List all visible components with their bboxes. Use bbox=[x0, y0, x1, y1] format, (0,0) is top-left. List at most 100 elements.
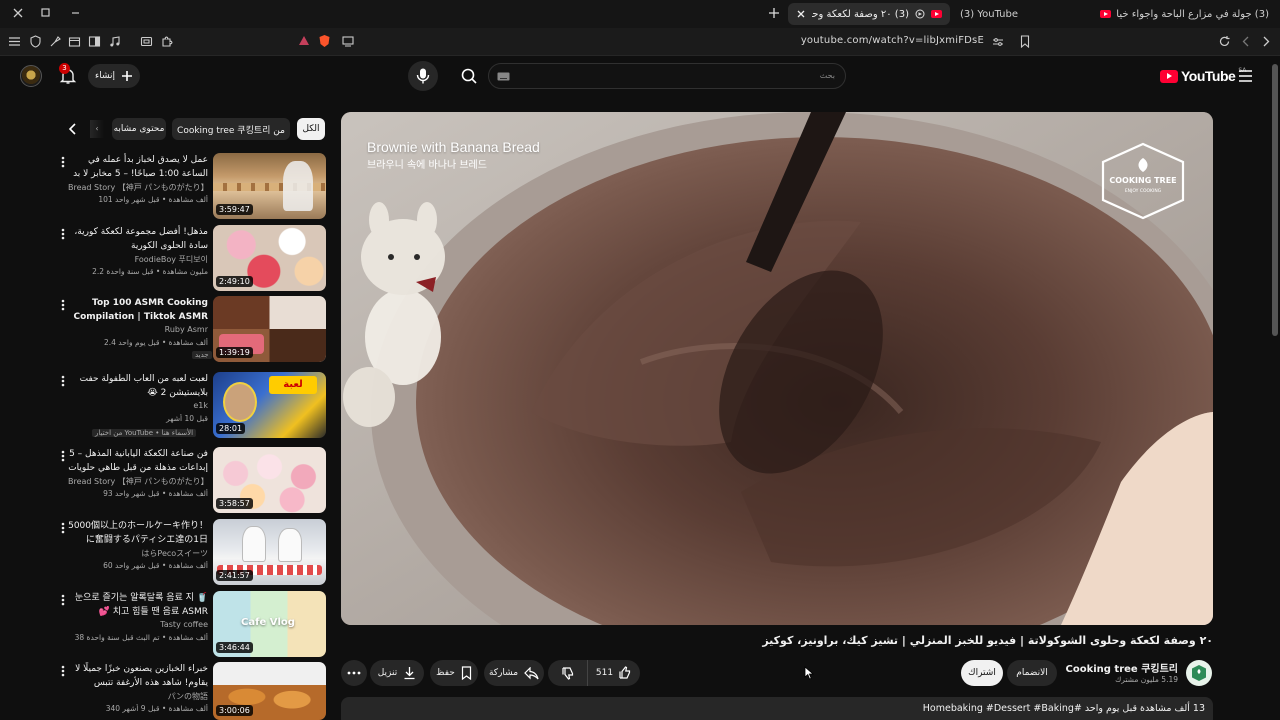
address-bar[interactable]: youtube.com/watch?v=libJxmiFDsE bbox=[290, 31, 1040, 53]
video-player[interactable]: Brownie with Banana Bread 브라우니 속에 바나나 브레… bbox=[341, 112, 1213, 625]
list-item[interactable]: مذهل! أفضل مجموعة لكعكة كورية، سادة الحل… bbox=[56, 225, 326, 293]
like-count: 511 bbox=[595, 668, 614, 678]
minimize-window-icon[interactable] bbox=[70, 7, 81, 18]
tabs-icon[interactable] bbox=[68, 35, 81, 48]
video-title[interactable]: 🥤 눈으로 즐기는 알록달록 음료 지치고 힘들 땐 음료 ASMR 💕 bbox=[68, 591, 208, 619]
search-input[interactable]: بحث bbox=[488, 63, 846, 89]
create-button[interactable]: إنشاء bbox=[88, 64, 140, 88]
search-button[interactable] bbox=[452, 63, 486, 89]
close-window-icon[interactable] bbox=[12, 7, 24, 19]
description-text: 13 ألف مشاهدة قبل يوم واحد #Homebaking #… bbox=[922, 703, 1205, 714]
reload-icon[interactable] bbox=[1218, 35, 1231, 48]
video-title[interactable]: فن صناعة الكعكة اليابانية المذهل – 5 إبد… bbox=[68, 447, 208, 475]
list-item[interactable]: 5000個以上のホールケーキ作り！に奮闘するパティシエ達の1日 はらPecoスイ… bbox=[56, 519, 326, 587]
channel-name[interactable]: FoodieBoy 푸디보이 bbox=[68, 254, 208, 265]
music-icon[interactable] bbox=[108, 35, 121, 48]
list-item[interactable]: Top 100 ASMR Cooking Compilation | Tikto… bbox=[56, 296, 326, 364]
tab-current-video[interactable]: (3) ٢٠ وصفة لكعكة وحلوى الشو bbox=[788, 3, 950, 25]
microphone-icon bbox=[416, 68, 430, 84]
like-button[interactable]: 511 bbox=[588, 660, 640, 686]
share-button[interactable]: مشاركة bbox=[484, 660, 544, 686]
browser-toolbar: youtube.com/watch?v=libJxmiFDsE bbox=[0, 28, 1280, 56]
video-title[interactable]: عمل لا يصدق لخباز بدأ عمله في الساعة 1:0… bbox=[68, 153, 208, 181]
brave-shield-icon[interactable] bbox=[318, 34, 331, 48]
rewards-triangle-icon[interactable] bbox=[298, 35, 310, 47]
video-thumbnail[interactable]: لعبة 28:01 bbox=[213, 372, 326, 438]
more-actions-button[interactable] bbox=[341, 660, 367, 686]
bookmark-icon[interactable] bbox=[1020, 35, 1030, 48]
more-options-icon[interactable] bbox=[58, 664, 68, 678]
list-item[interactable]: فن صناعة الكعكة اليابانية المذهل – 5 إبد… bbox=[56, 447, 326, 515]
video-overlay-subtitle: 브라우니 속에 바나나 브레드 bbox=[367, 160, 487, 171]
shield-icon[interactable] bbox=[29, 35, 42, 48]
video-thumbnail[interactable]: 3:00:06 bbox=[213, 662, 326, 720]
list-item[interactable]: خبراء الخبازين يصنعون خبزًا جميلًا لا يق… bbox=[56, 662, 326, 720]
channel-name[interactable]: e1k bbox=[68, 401, 208, 410]
video-title[interactable]: Top 100 ASMR Cooking Compilation | Tikto… bbox=[68, 296, 208, 324]
voice-search-button[interactable] bbox=[408, 61, 438, 91]
save-button[interactable]: حفظ bbox=[430, 660, 478, 686]
more-options-icon[interactable] bbox=[58, 227, 68, 241]
chip-scroll-left-icon[interactable] bbox=[66, 122, 80, 136]
sidebar-icon[interactable] bbox=[88, 35, 101, 48]
video-thumbnail[interactable]: 3:59:47 bbox=[213, 153, 326, 219]
join-button[interactable]: الانضمام bbox=[1007, 660, 1057, 686]
channel-name[interactable]: はらPecoスイーツ bbox=[68, 548, 208, 559]
back-icon[interactable] bbox=[1240, 35, 1252, 48]
more-options-icon[interactable] bbox=[58, 449, 68, 463]
video-thumbnail[interactable]: 2:41:57 bbox=[213, 519, 326, 585]
chip-from-channel[interactable]: من Cooking tree 쿠킹트리 bbox=[172, 118, 290, 140]
video-title[interactable]: مذهل! أفضل مجموعة لكعكة كورية، سادة الحل… bbox=[68, 225, 208, 253]
channel-name[interactable]: Bread Story 【神戸 パンものがたり】 bbox=[68, 182, 208, 193]
channel-name[interactable]: Ruby Asmr bbox=[68, 325, 208, 334]
forward-icon[interactable] bbox=[1260, 35, 1272, 48]
video-title[interactable]: لعبت لعبه من العاب الطفولة حفت بلايستيشن… bbox=[68, 372, 208, 400]
puzzle-icon[interactable] bbox=[160, 35, 173, 48]
channel-avatar[interactable] bbox=[1186, 660, 1212, 686]
url-text[interactable]: youtube.com/watch?v=libJxmiFDsE bbox=[801, 35, 984, 46]
list-item[interactable]: 🥤 눈으로 즐기는 알록달록 음료 지치고 힘들 땐 음료 ASMR 💕 Tas… bbox=[56, 591, 326, 659]
more-options-icon[interactable] bbox=[58, 374, 68, 388]
keyboard-icon[interactable] bbox=[497, 72, 510, 81]
notifications-button[interactable]: 3 bbox=[58, 63, 78, 86]
audio-playing-icon[interactable] bbox=[915, 9, 925, 19]
more-options-icon[interactable] bbox=[58, 155, 68, 169]
close-tab-icon[interactable] bbox=[796, 9, 806, 19]
chip-related[interactable]: محتوى مشابه bbox=[112, 118, 166, 140]
more-options-icon[interactable] bbox=[58, 298, 68, 312]
new-tab-icon[interactable] bbox=[768, 7, 780, 19]
more-options-icon[interactable] bbox=[58, 521, 68, 535]
youtube-logo[interactable]: YouTube SA bbox=[1160, 67, 1246, 84]
avatar[interactable] bbox=[20, 65, 42, 87]
video-thumbnail[interactable]: Cafe Vlog 3:46:44 bbox=[213, 591, 326, 657]
channel-name[interactable]: Tasty coffee bbox=[68, 620, 208, 629]
youtube-favicon-icon bbox=[931, 10, 942, 18]
page-scrollbar[interactable] bbox=[1272, 64, 1278, 336]
restore-window-icon[interactable] bbox=[40, 7, 51, 18]
reader-mode-icon[interactable] bbox=[342, 36, 354, 47]
extensions-icon[interactable] bbox=[49, 35, 62, 48]
video-title: ٢٠ وصفة لكعكة وحلوى الشوكولاتة | فيديو ل… bbox=[762, 634, 1213, 647]
video-thumbnail[interactable]: 1:39:19 bbox=[213, 296, 326, 362]
description-box[interactable]: 13 ألف مشاهدة قبل يوم واحد #Homebaking #… bbox=[341, 697, 1213, 720]
video-thumbnail[interactable]: 2:49:10 bbox=[213, 225, 326, 291]
video-thumbnail[interactable]: 3:58:57 bbox=[213, 447, 326, 513]
tab-youtube-home[interactable]: (3) YouTube bbox=[952, 3, 1042, 25]
download-button[interactable]: تنزيل bbox=[370, 660, 424, 686]
tab-albaha-video[interactable]: (3) جولة في مزارع الباحة واجواء خيالية🤩 bbox=[1092, 3, 1277, 25]
dislike-button[interactable] bbox=[548, 660, 588, 686]
subscribe-button[interactable]: اشتراك bbox=[961, 660, 1003, 686]
list-item[interactable]: لعبت لعبه من العاب الطفولة حفت بلايستيشن… bbox=[56, 372, 326, 440]
channel-name[interactable]: パンの物語 bbox=[68, 691, 208, 702]
channel-name[interactable]: Cooking tree 쿠킹트리 bbox=[1040, 660, 1178, 675]
site-settings-icon[interactable] bbox=[992, 36, 1004, 48]
screenshot-icon[interactable] bbox=[140, 35, 153, 48]
list-item[interactable]: عمل لا يصدق لخباز بدأ عمله في الساعة 1:0… bbox=[56, 153, 326, 221]
menu-icon[interactable] bbox=[8, 35, 21, 48]
video-title[interactable]: خبراء الخبازين يصنعون خبزًا جميلًا لا يق… bbox=[68, 662, 208, 690]
video-title[interactable]: 5000個以上のホールケーキ作り！に奮闘するパティシエ達の1日 bbox=[68, 519, 208, 547]
more-options-icon[interactable] bbox=[58, 593, 68, 607]
guide-menu-icon[interactable] bbox=[1238, 69, 1253, 83]
channel-name[interactable]: Bread Story 【神戸 パンものがたり】 bbox=[68, 476, 208, 487]
chip-all[interactable]: الكل bbox=[297, 118, 325, 140]
